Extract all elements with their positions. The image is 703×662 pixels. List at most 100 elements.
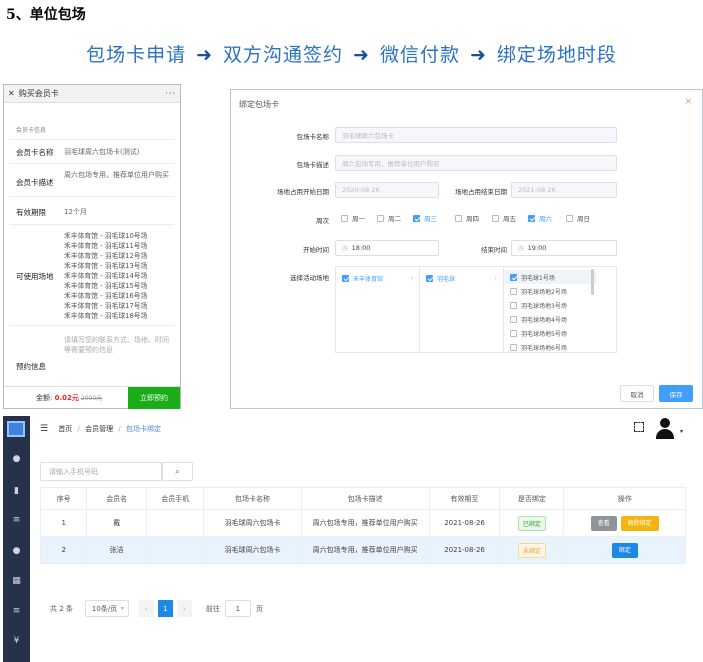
- court-option[interactable]: 羽毛球场地6号场: [504, 340, 596, 352]
- breadcrumb-separator: /: [77, 425, 80, 433]
- weekday-checkbox[interactable]: 周五: [492, 213, 516, 223]
- table-row[interactable]: 1 戴 羽毛球周六包场卡 周六包场专用，推荐单位用户购买 2021-08-26 已绑定 查看…: [39, 509, 686, 537]
- close-icon[interactable]: ✕: [8, 89, 15, 98]
- table-row[interactable]: 2 张洁 羽毛球周六包场卡 周六包场专用，推荐单位用户购买 2021-08-26 未绑定 绑…: [39, 536, 686, 564]
- group-icon[interactable]: ●: [11, 546, 22, 557]
- card-name-label: 包场卡名称: [296, 133, 330, 141]
- doc-icon[interactable]: ≡: [11, 606, 22, 617]
- chevron-down-icon[interactable]: ▾: [680, 428, 683, 435]
- mobile-title-bar: ✕ 购买会员卡 ···: [4, 85, 180, 103]
- cell-card: 羽毛球周六包场卡: [203, 536, 302, 564]
- grid-icon[interactable]: ▦: [11, 576, 22, 587]
- card-desc-input[interactable]: 周六包场专用，推荐单位用户购买: [335, 155, 617, 171]
- weekday-label: 周三: [424, 215, 437, 223]
- cell-desc: 周六包场专用，推荐单位用户购买: [300, 509, 430, 537]
- checkbox[interactable]: [510, 273, 521, 281]
- flow-step-apply: 包场卡申请: [86, 44, 187, 66]
- end-date-input[interactable]: 2021-08-26: [511, 182, 617, 198]
- start-time-input[interactable]: ◷ 18:00: [335, 240, 439, 256]
- phone-search-input[interactable]: 请输入手机号码: [40, 462, 162, 481]
- weekday-checkbox[interactable]: 周三: [413, 213, 437, 223]
- mobile-footer: 金额: 0.02元 2000元 立即预约: [4, 386, 180, 409]
- page-1-button[interactable]: 1: [157, 600, 173, 617]
- venue-option-label: 禾丰体育馆: [353, 275, 384, 283]
- breadcrumb-home[interactable]: 首页: [58, 425, 72, 433]
- flow-step-bind: 绑定场地时段: [496, 44, 617, 66]
- week-label: 周次: [316, 217, 329, 225]
- start-time-value: 18:00: [351, 244, 371, 252]
- end-time-input[interactable]: ◷ 19:00: [511, 240, 617, 256]
- checkbox[interactable]: [510, 315, 521, 323]
- breadcrumb-member[interactable]: 会员管理: [85, 425, 113, 433]
- court-label: 羽毛球场地4号场: [521, 316, 567, 324]
- checkbox[interactable]: [510, 301, 521, 309]
- card-name-input[interactable]: 羽毛球周六包场卡: [335, 127, 617, 143]
- checkbox[interactable]: [426, 274, 437, 282]
- save-button[interactable]: 保存: [659, 385, 693, 402]
- list-icon[interactable]: ≡: [11, 515, 22, 526]
- fullscreen-icon[interactable]: [634, 422, 644, 432]
- cancel-button[interactable]: 取消: [620, 385, 654, 402]
- column-header: 序号: [39, 487, 88, 510]
- venue-item: 禾丰体育馆 - 羽毛球15号场: [64, 282, 148, 290]
- view-button[interactable]: 查看: [590, 515, 617, 531]
- book-now-button[interactable]: 立即预约: [128, 386, 180, 409]
- venue-item: 禾丰体育馆 - 羽毛球11号场: [64, 242, 148, 250]
- scrollbar[interactable]: [591, 269, 594, 295]
- goto-label: 前往: [205, 604, 220, 613]
- total-count: 共 2 条: [50, 604, 73, 613]
- cascader-col-venue: 禾丰体育馆 ›: [336, 267, 420, 352]
- checkbox[interactable]: [510, 329, 521, 337]
- court-option[interactable]: 羽毛球场地2号场: [504, 284, 596, 298]
- checkbox[interactable]: [510, 287, 521, 295]
- logo-icon: [7, 421, 25, 437]
- weekday-checkbox[interactable]: 周六: [528, 213, 552, 223]
- menu-toggle-icon[interactable]: ☰: [40, 424, 48, 434]
- weekday-label: 周一: [352, 215, 365, 223]
- prev-page-button[interactable]: ‹: [138, 600, 154, 617]
- weekday-checkbox[interactable]: 周一: [341, 213, 365, 223]
- court-option[interactable]: 羽毛球场地3号场: [504, 298, 596, 312]
- close-icon[interactable]: ×: [684, 97, 692, 107]
- arrow-right-icon: ➜: [196, 44, 214, 66]
- divider: [10, 163, 174, 164]
- end-date-label: 场地占用结束日期: [455, 188, 507, 196]
- bind-button[interactable]: 绑定: [611, 542, 638, 558]
- checkbox[interactable]: [342, 274, 353, 282]
- venue-list: 禾丰体育馆 - 羽毛球10号场 禾丰体育馆 - 羽毛球11号场 禾丰体育馆 - 羽毛…: [64, 231, 147, 321]
- court-option[interactable]: 羽毛球1号场: [504, 270, 596, 284]
- column-header: 会员名: [86, 487, 147, 510]
- cell-no: 1: [39, 509, 88, 537]
- cascader-option-sport[interactable]: 羽毛球 ›: [420, 271, 503, 285]
- weekday-checkbox[interactable]: 周二: [377, 213, 401, 223]
- start-date-input[interactable]: 2020-08-26: [335, 182, 439, 198]
- cell-expire: 2021-08-26: [428, 536, 501, 564]
- cascader-option-venue[interactable]: 禾丰体育馆 ›: [336, 271, 419, 285]
- court-option[interactable]: 羽毛球场地5号场: [504, 326, 596, 340]
- unbind-button[interactable]: 解除绑定: [620, 515, 659, 531]
- venue-item: 禾丰体育馆 - 羽毛球13号场: [64, 262, 148, 270]
- avatar[interactable]: [654, 418, 676, 440]
- bar-chart-icon[interactable]: ▮: [11, 486, 22, 497]
- breadcrumb-separator: /: [118, 425, 121, 433]
- court-option[interactable]: 羽毛球场地4号场: [504, 312, 596, 326]
- end-time-value: 19:00: [527, 244, 547, 252]
- court-label: 羽毛球1号场: [521, 274, 555, 282]
- more-icon[interactable]: ···: [165, 89, 176, 98]
- member-card-table: 序号 会员名 会员手机 包场卡名称 包场卡描述 有效期至 是否绑定 操作 1 戴羽毛球周六包场卡…: [39, 487, 686, 564]
- cell-name: 戴: [86, 509, 147, 537]
- flow-step-pay: 微信付款: [379, 44, 460, 66]
- weekday-checkbox[interactable]: 周日: [566, 213, 590, 223]
- yen-icon[interactable]: ¥: [11, 636, 22, 647]
- next-page-button[interactable]: ›: [176, 600, 192, 617]
- goto-page-input[interactable]: 1: [224, 600, 251, 617]
- page-size-select[interactable]: 10条/页 ▾: [84, 600, 129, 617]
- card-name-label: 会员卡名称: [16, 148, 54, 157]
- checkbox[interactable]: [510, 343, 521, 351]
- weekday-checkbox[interactable]: 周四: [455, 213, 479, 223]
- court-label: 羽毛球场地6号场: [521, 344, 567, 352]
- clock-icon: ◷: [518, 244, 524, 252]
- booking-textarea[interactable]: 请填写您的联系方式、场地、时间等需要预约信息: [64, 335, 172, 355]
- search-button[interactable]: ⌕: [162, 462, 193, 481]
- user-icon[interactable]: ●: [11, 454, 22, 465]
